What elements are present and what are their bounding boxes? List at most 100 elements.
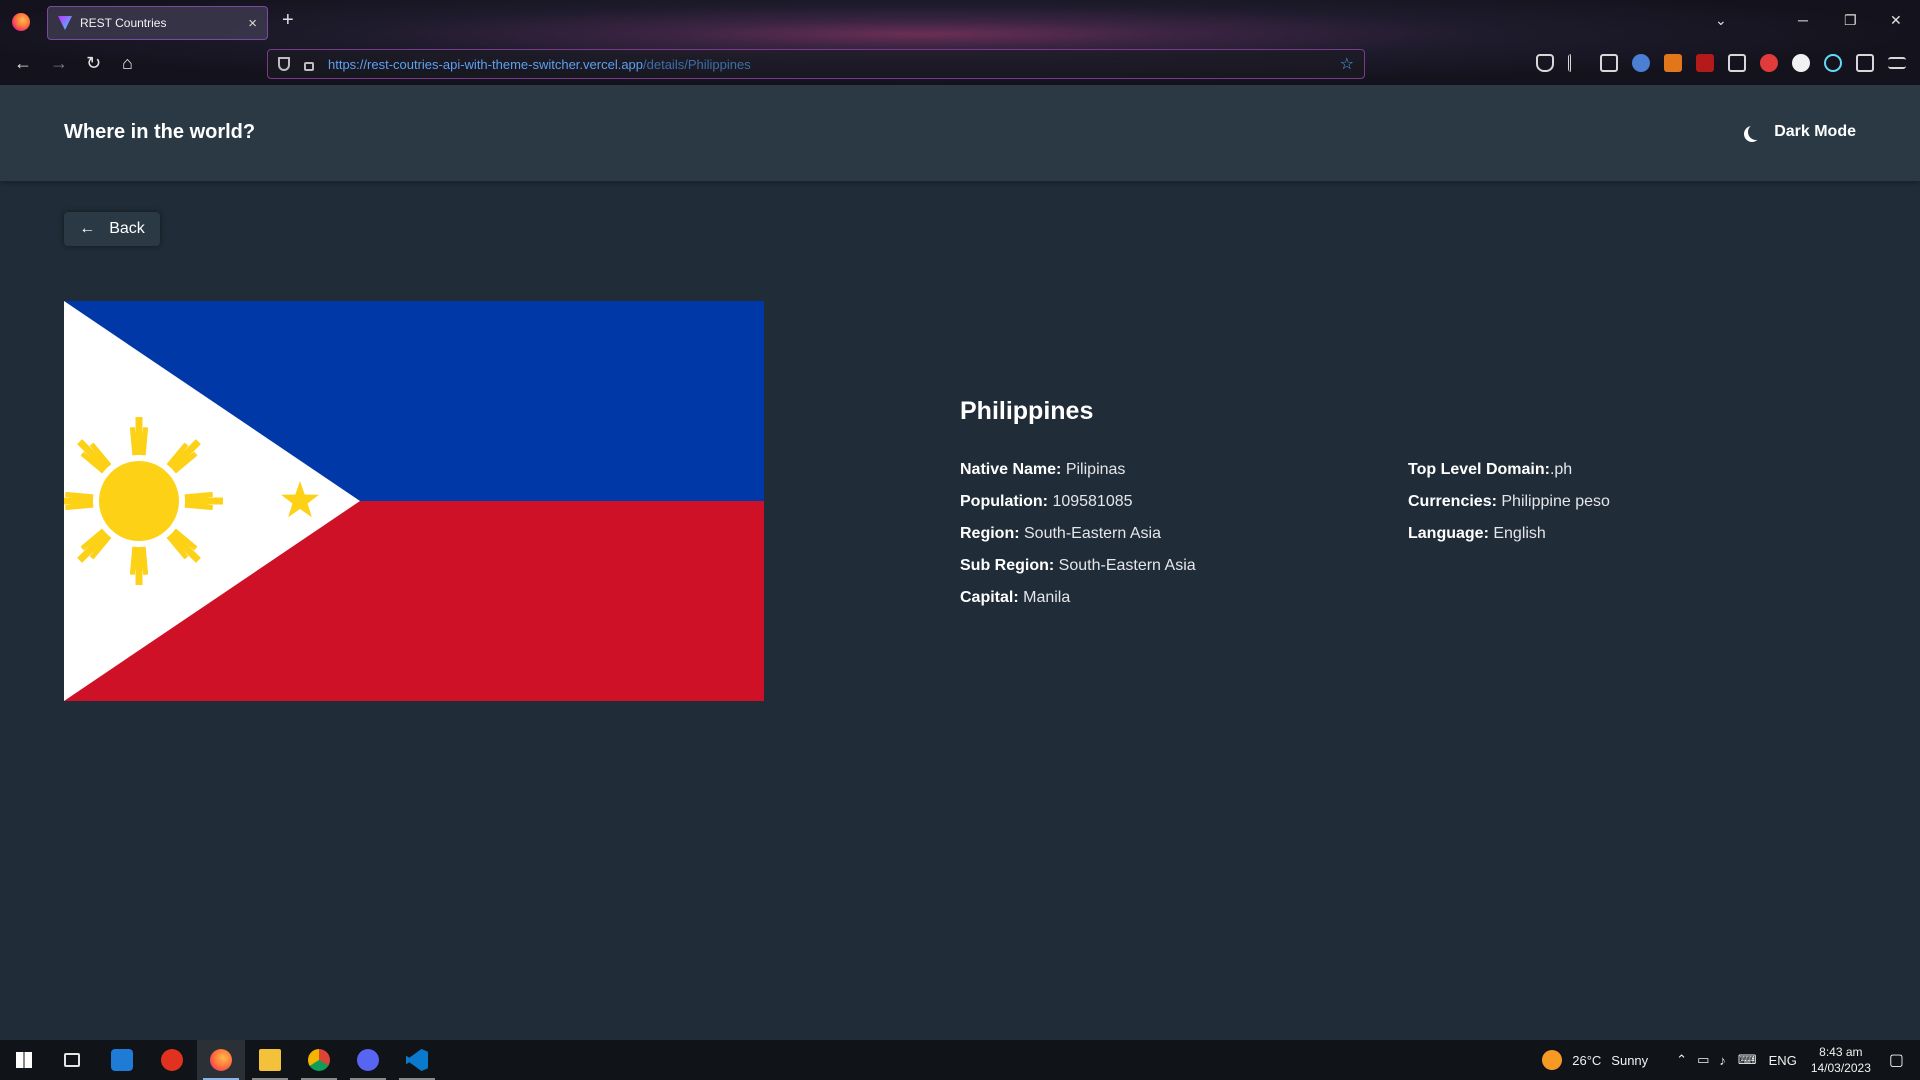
clock-date: 14/03/2023 (1810, 1061, 1871, 1075)
tab-title: REST Countries (80, 16, 167, 30)
theme-toggle-button[interactable]: Dark Mode (1744, 123, 1856, 141)
taskbar-trello[interactable] (98, 1040, 146, 1080)
password-extension-icon[interactable] (1760, 54, 1778, 72)
url-host: https://rest-coutries-api-with-theme-swi… (328, 56, 644, 72)
extensions-puzzle-icon[interactable] (1856, 54, 1874, 72)
vite-favicon-icon (58, 16, 72, 30)
detail-value: Philippine peso (1501, 493, 1610, 510)
detail-label: Currencies: (1408, 493, 1497, 510)
minimize-icon[interactable]: ─ (1798, 12, 1808, 28)
task-view-icon (64, 1053, 80, 1067)
windows-taskbar: 26°C Sunny ⌃ ▭ ♪ ⌨ ENG 8:43 am 14/03/202… (0, 1040, 1920, 1080)
detail-value: Manila (1023, 589, 1071, 606)
library-icon[interactable] (1568, 54, 1586, 72)
taskbar-chrome[interactable] (295, 1040, 343, 1080)
show-hidden-icons-icon[interactable]: ⌃ (1676, 1052, 1687, 1068)
app-header: Where in the world? Dark Mode (0, 85, 1920, 181)
url-text: https://rest-coutries-api-with-theme-swi… (328, 57, 751, 72)
detail-currencies: Currencies: Philippine peso (1408, 486, 1610, 518)
back-arrow-icon[interactable]: ← (14, 53, 32, 74)
tomato-icon (161, 1049, 183, 1071)
screenshot-icon[interactable] (1728, 54, 1746, 72)
start-button[interactable] (0, 1040, 48, 1080)
detail-label: Top Level Domain: (1408, 461, 1550, 478)
new-tab-button[interactable]: + (282, 9, 294, 32)
details-column-primary: Native Name: Pilipinas Population: 10958… (960, 454, 1196, 614)
flag-sun-ray (65, 502, 94, 511)
reload-icon[interactable]: ↻ (86, 53, 101, 74)
tab-close-icon[interactable]: × (248, 15, 257, 32)
discord-icon (357, 1049, 379, 1071)
clock-time: 8:43 am (1819, 1045, 1863, 1059)
chrome-icon (308, 1049, 330, 1071)
clock[interactable]: 8:43 am 14/03/2023 (1811, 1044, 1871, 1076)
back-button[interactable]: ← Back (64, 212, 160, 246)
task-view-button[interactable] (48, 1040, 96, 1080)
keyboard-icon[interactable]: ⌨ (1738, 1052, 1757, 1068)
lock-icon[interactable] (304, 61, 314, 71)
flag-sun-ray (129, 427, 138, 456)
moon-icon (1748, 124, 1764, 140)
detail-label: Region: (960, 525, 1020, 542)
browser-chrome: REST Countries × + ⌄ ─ ❐ ✕ ← → ↻ ⌂ https… (0, 0, 1920, 85)
folder-icon (259, 1049, 281, 1071)
tab-rest-countries[interactable]: REST Countries × (47, 6, 268, 40)
taskbar-firefox[interactable] (197, 1040, 245, 1080)
bookmark-star-icon[interactable]: ☆ (1340, 54, 1354, 74)
theme-toggle-label: Dark Mode (1774, 123, 1856, 140)
detail-region: Region: South-Eastern Asia (960, 518, 1196, 550)
flag-sun-ray (184, 491, 213, 500)
extension-toolbar (1536, 54, 1906, 72)
detail-language: Language: English (1408, 518, 1610, 550)
navigation-bar: ← → ↻ ⌂ https://rest-coutries-api-with-t… (0, 44, 1920, 85)
taskbar-vscode[interactable] (393, 1040, 441, 1080)
detail-population: Population: 109581085 (960, 486, 1196, 518)
detail-top-level-domain: Top Level Domain:.ph (1408, 454, 1610, 486)
country-flag (55, 301, 764, 701)
flag-sun-ray (140, 546, 149, 575)
menu-hamburger-icon[interactable] (1888, 57, 1906, 69)
bitwarden-icon[interactable] (1792, 54, 1810, 72)
detail-native-name: Native Name: Pilipinas (960, 454, 1196, 486)
input-language[interactable]: ENG (1769, 1053, 1797, 1068)
country-name: Philippines (960, 397, 1094, 425)
flag-sun-ray (184, 502, 213, 511)
detail-value: English (1493, 525, 1546, 542)
notifications-icon[interactable]: ▢ (1889, 1050, 1904, 1070)
home-icon[interactable]: ⌂ (122, 53, 133, 74)
list-all-tabs-icon[interactable]: ⌄ (1715, 12, 1727, 29)
detail-capital: Capital: Manila (960, 582, 1196, 614)
url-bar[interactable]: https://rest-coutries-api-with-theme-swi… (267, 49, 1365, 79)
sidebar-icon[interactable] (1600, 54, 1618, 72)
back-button-label: Back (109, 220, 145, 237)
arrow-left-icon: ← (79, 220, 96, 237)
flag-sun-ray (140, 427, 149, 456)
weather-desc[interactable]: Sunny (1611, 1053, 1648, 1068)
firefox-icon (210, 1049, 232, 1071)
detail-value: 109581085 (1052, 493, 1133, 510)
weather-temp[interactable]: 26°C (1572, 1053, 1601, 1068)
tracking-shield-icon[interactable] (278, 57, 290, 71)
forward-arrow-icon[interactable]: → (50, 53, 68, 74)
taskbar-file-explorer[interactable] (246, 1040, 294, 1080)
taskbar-discord[interactable] (344, 1040, 392, 1080)
close-window-icon[interactable]: ✕ (1890, 12, 1902, 29)
profile-extension-icon[interactable] (1632, 54, 1650, 72)
react-devtools-icon[interactable] (1824, 54, 1842, 72)
weather-sun-icon[interactable] (1542, 1050, 1563, 1070)
network-icon[interactable]: ▭ (1697, 1052, 1709, 1068)
pocket-icon[interactable] (1536, 54, 1554, 72)
trello-icon (111, 1049, 133, 1071)
flag-sun-core (99, 461, 179, 541)
firefox-icon[interactable] (12, 13, 30, 31)
metamask-icon[interactable] (1664, 54, 1682, 72)
volume-icon[interactable]: ♪ (1719, 1053, 1726, 1068)
detail-sub-region: Sub Region: South-Eastern Asia (960, 550, 1196, 582)
taskbar-tomato-timer[interactable] (148, 1040, 196, 1080)
restore-icon[interactable]: ❐ (1844, 12, 1857, 29)
app-title: Where in the world? (64, 121, 256, 143)
philippines-flag-image (55, 301, 764, 701)
ublock-icon[interactable] (1696, 54, 1714, 72)
detail-label: Population: (960, 493, 1048, 510)
windows-logo-icon (16, 1052, 32, 1068)
